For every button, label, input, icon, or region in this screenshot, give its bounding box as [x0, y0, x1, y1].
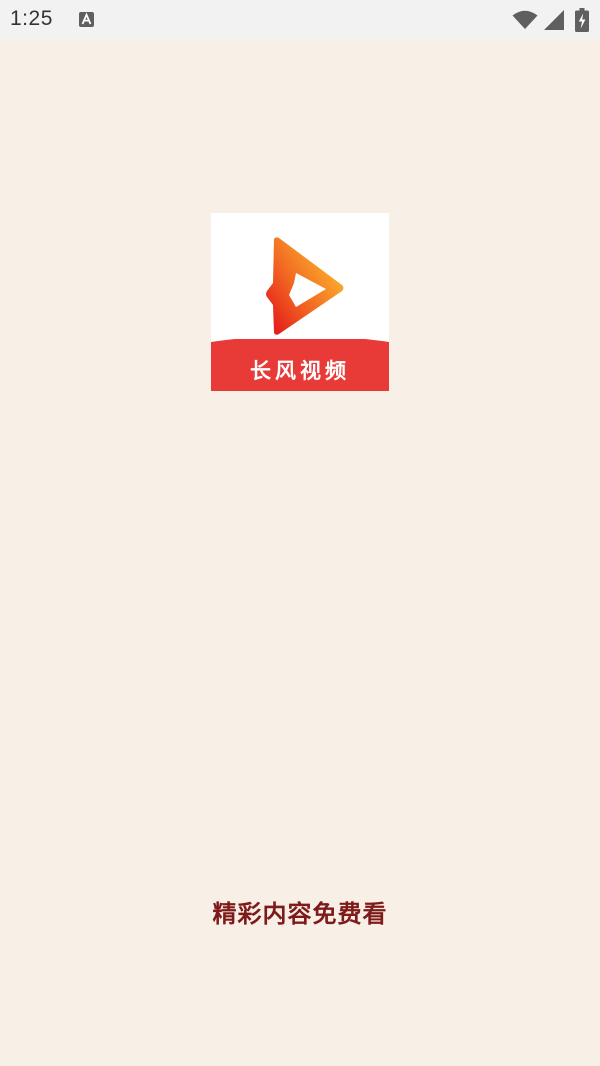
status-time: 1:25 [10, 7, 53, 30]
status-bar: 1:25 [0, 0, 600, 40]
play-icon [266, 237, 344, 335]
slogan-text: 精彩内容免费看 [212, 899, 388, 928]
app-logo: 长风视频 [211, 213, 389, 391]
logo-text: 长风视频 [250, 358, 350, 383]
wifi-icon [512, 10, 538, 29]
battery-charging-icon [575, 8, 589, 32]
cell-signal-icon [544, 10, 564, 30]
a-notification-icon [79, 12, 94, 27]
